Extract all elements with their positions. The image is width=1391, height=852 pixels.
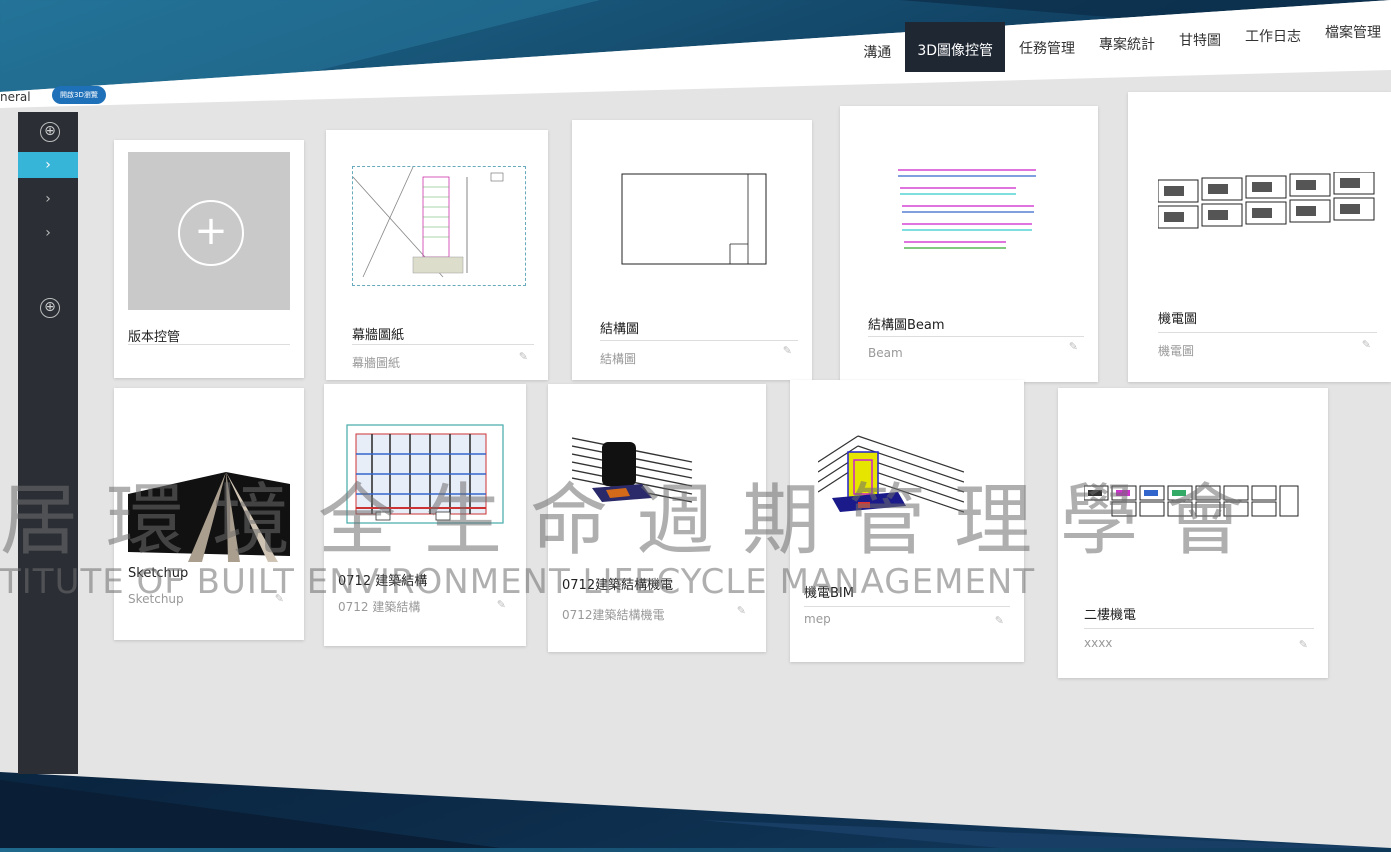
card-structure[interactable]: 結構圖 結構圖 ✎ <box>572 116 816 380</box>
card-title: 版本控管 <box>128 330 181 345</box>
card-title: 結構圖Beam <box>868 318 945 333</box>
card-curtain-wall[interactable]: 幕牆圖紙 幕牆圖紙 ✎ <box>326 126 552 380</box>
tab-project-statistics[interactable]: 專案統計 <box>1089 24 1165 64</box>
tab-communication[interactable]: 溝通 <box>853 32 901 72</box>
divider <box>868 336 1084 337</box>
edit-pencil-icon[interactable]: ✎ <box>783 344 792 357</box>
card-mep[interactable]: 機電圖 機電圖 ✎ <box>1128 88 1391 382</box>
watermark-english: TITUTE OF BUILT ENVIRONMENT LIFECYCLE MA… <box>0 562 1036 602</box>
sidebar-item-active[interactable]: › <box>18 152 78 178</box>
edit-pencil-icon[interactable]: ✎ <box>1299 638 1308 651</box>
edit-pencil-icon[interactable]: ✎ <box>995 614 1004 627</box>
mep-drawing-thumbnail <box>1157 171 1381 232</box>
card-subtitle: 幕牆圖紙 <box>352 356 401 370</box>
add-circle-icon[interactable]: ⊕ <box>40 122 60 142</box>
tab-3d-image-control[interactable]: 3D圖像控管 <box>905 22 1005 72</box>
project-name: neral <box>0 90 31 104</box>
sidebar-item[interactable]: › <box>18 186 78 212</box>
card-subtitle: 機電圖 <box>1158 344 1195 358</box>
sidebar: ⊕ › › › ⊕ <box>18 112 78 774</box>
curtain-wall-drawing-thumbnail <box>352 166 526 286</box>
edit-pencil-icon[interactable]: ✎ <box>519 350 528 363</box>
add-circle-icon[interactable]: ⊕ <box>40 298 60 318</box>
add-placeholder[interactable]: + <box>128 152 290 310</box>
divider <box>804 606 1010 607</box>
card-subtitle: 結構圖 <box>600 352 637 366</box>
divider <box>128 344 290 345</box>
beam-drawing-thumbnail <box>896 158 1040 258</box>
edit-pencil-icon[interactable]: ✎ <box>1362 338 1371 351</box>
edit-pencil-icon[interactable]: ✎ <box>1069 340 1078 353</box>
card-subtitle: Beam <box>868 346 903 360</box>
tab-task-management[interactable]: 任務管理 <box>1009 28 1085 68</box>
card-title: 二樓機電 <box>1084 608 1137 623</box>
sidebar-item[interactable]: › <box>18 220 78 246</box>
card-subtitle: mep <box>804 612 831 626</box>
divider <box>1084 628 1314 629</box>
tab-gantt-chart[interactable]: 甘特圖 <box>1169 20 1231 60</box>
card-title: 幕牆圖紙 <box>352 328 405 343</box>
tab-file-management[interactable]: 檔案管理 <box>1315 12 1391 52</box>
card-title: 結構圖 <box>600 322 640 337</box>
card-title: 機電圖 <box>1158 312 1198 327</box>
divider <box>352 344 534 345</box>
card-structure-beam[interactable]: 結構圖Beam Beam ✎ <box>840 102 1102 382</box>
divider <box>600 340 798 341</box>
card-version-control[interactable]: + 版本控管 <box>114 140 304 378</box>
tab-work-log[interactable]: 工作日志 <box>1235 16 1311 56</box>
plus-icon: + <box>178 200 244 266</box>
card-subtitle: xxxx <box>1084 636 1113 650</box>
edit-pencil-icon[interactable]: ✎ <box>737 604 746 617</box>
stack-layer <box>1132 88 1391 378</box>
structure-drawing-thumbnail <box>620 172 768 266</box>
watermark-chinese: 居環境全生命週期管理學會 <box>0 476 1273 566</box>
divider <box>1158 332 1377 333</box>
main-nav: 溝通 3D圖像控管 任務管理 專案統計 甘特圖 工作日志 檔案管理 <box>849 12 1391 72</box>
open-3d-viewer-button[interactable]: 開啟3D瀏覽 <box>52 86 106 104</box>
card-subtitle: 0712建築結構機電 <box>562 608 665 622</box>
